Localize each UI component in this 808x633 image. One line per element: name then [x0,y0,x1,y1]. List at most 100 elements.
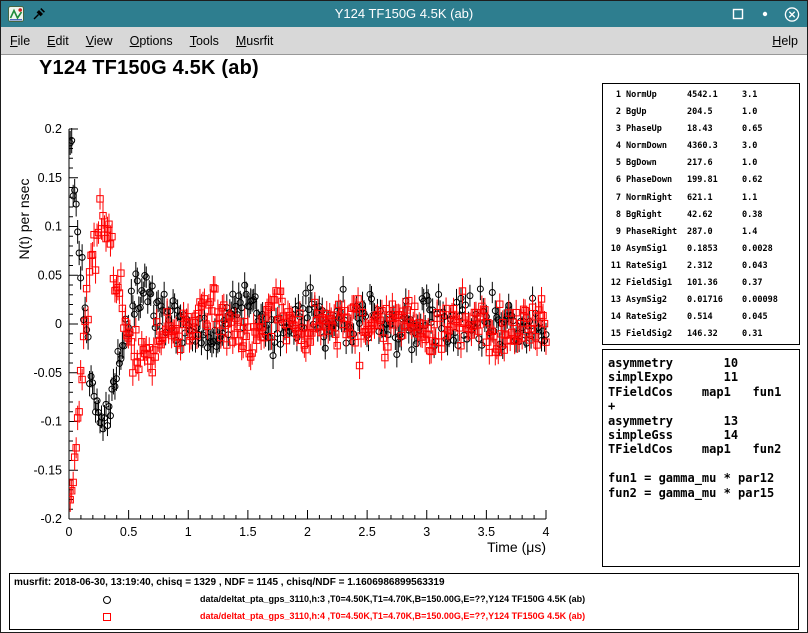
param-error: 3.1 [742,87,797,104]
parameter-table: 1NormUp4542.13.12BgUp204.51.03PhaseUp18.… [609,87,797,343]
svg-text:0.15: 0.15 [38,171,62,185]
svg-text:3: 3 [423,525,430,539]
param-no: 1 [609,87,621,104]
svg-text:-0.1: -0.1 [40,415,62,429]
param-error: 0.37 [742,275,797,292]
param-error: 0.045 [742,309,797,326]
series-open-square[interactable] [67,188,549,512]
param-name: NormUp [626,87,682,104]
menu-view[interactable]: View [86,34,113,48]
param-no: 2 [609,104,621,121]
window-title: Y124 TF150G 4.5K (ab) [111,1,697,27]
svg-text:-0.2: -0.2 [40,512,62,526]
param-value: 0.1853 [687,241,737,258]
menu-items: File Edit View Options Tools Musrfit [10,34,273,48]
param-no: 7 [609,190,621,207]
app-icon[interactable] [8,6,24,22]
param-row-PhaseUp: 3PhaseUp18.430.65 [609,121,797,138]
param-name: BgDown [626,155,682,172]
param-error: 1.1 [742,190,797,207]
param-no: 4 [609,138,621,155]
param-no: 14 [609,309,621,326]
menu-file[interactable]: File [10,34,30,48]
param-name: RateSig1 [626,258,682,275]
param-row-NormRight: 7 NormRight 621.1 1.1 [609,190,797,207]
param-value: 204.5 [687,104,737,121]
param-no: 11 [609,258,621,275]
pin-icon[interactable] [31,6,47,22]
theory-line: + [608,399,799,413]
param-value: 621.1 [687,190,737,207]
svg-text:0: 0 [55,317,62,331]
main-plot[interactable]: 00.511.522.533.54-0.2-0.15-0.1-0.0500.05… [9,99,589,573]
menu-musrfit[interactable]: Musrfit [236,34,274,48]
svg-text:1.5: 1.5 [239,525,256,539]
legend-marker-open-circle [100,593,114,607]
plot-title: Y124 TF150G 4.5K (ab) [39,57,259,80]
fit-stats: musrfit: 2018-06-30, 13:19:40, chisq = 1… [14,577,445,588]
param-value: 2.312 [687,258,737,275]
parameter-pad: 1NormUp4542.13.12BgUp204.51.03PhaseUp18.… [602,83,800,345]
theory-line: asymmetry 10 [608,356,799,370]
svg-text:-0.05: -0.05 [34,366,63,380]
param-value: 199.81 [687,172,737,189]
menu-tools[interactable]: Tools [190,34,219,48]
svg-text:0.2: 0.2 [45,122,62,136]
param-row-PhaseRight: 9PhaseRight287.01.4 [609,224,797,241]
window-controls [730,6,800,22]
close-icon[interactable] [784,6,800,22]
param-no: 13 [609,292,621,309]
param-value: 4360.3 [687,138,737,155]
param-value: 42.62 [687,207,737,224]
param-name: PhaseUp [626,121,682,138]
param-value: 101.36 [687,275,737,292]
param-name: NormRight [626,190,682,207]
x-axis-title: Time (μs) [487,539,546,555]
theory-line: simplExpo 11 [608,370,799,384]
param-row-BgRight: 8BgRight42.620.38 [609,207,797,224]
param-error: 0.62 [742,172,797,189]
svg-text:0: 0 [66,525,73,539]
theory-line: simpleGss 14 [608,428,799,442]
param-row-BgDown: 5BgDown217.61.0 [609,155,797,172]
menu-options[interactable]: Options [130,34,173,48]
param-error: 1.0 [742,104,797,121]
titlebar[interactable]: Y124 TF150G 4.5K (ab) [1,1,807,27]
param-value: 287.0 [687,224,737,241]
param-row-NormDown: 4NormDown4360.33.0 [609,138,797,155]
param-name: NormDown [626,138,682,155]
param-error: 0.38 [742,207,797,224]
param-row-RateSig1: 11RateSig12.3120.043 [609,258,797,275]
param-no: 6 [609,172,621,189]
svg-text:2: 2 [304,525,311,539]
menu-help[interactable]: Help [772,34,798,48]
musrview-window: Y124 TF150G 4.5K (ab) FileEditViewOptio [0,0,808,633]
info-pad: musrfit: 2018-06-30, 13:19:40, chisq = 1… [9,573,799,630]
root-canvas[interactable]: Y124 TF150G 4.5K (ab) 00.511.522.533.54-… [1,55,807,632]
legend-marker-open-square [100,610,114,624]
param-value: 4542.1 [687,87,737,104]
param-name: FieldSig1 [626,275,682,292]
param-name: PhaseDown [626,172,682,189]
minimize-icon[interactable] [757,6,773,22]
series-open-circle[interactable] [67,128,549,441]
svg-text:0.1: 0.1 [45,220,62,234]
theory-line: TFieldCos map1 fun2 [608,442,799,456]
theory-line: asymmetry 13 [608,414,799,428]
param-no: 5 [609,155,621,172]
param-row-RateSig2: 14RateSig20.5140.045 [609,309,797,326]
theory-line: fun2 = gamma_mu * par15 [608,486,799,500]
param-no: 3 [609,121,621,138]
param-error: 1.0 [742,155,797,172]
param-name: AsymSig1 [626,241,682,258]
param-name: RateSig2 [626,309,682,326]
param-value: 146.32 [687,326,737,343]
maximize-icon[interactable] [730,6,746,22]
param-error: 1.4 [742,224,797,241]
svg-text:3.5: 3.5 [478,525,495,539]
menubar: File Edit View Options Tools Musrfit Help [1,27,807,55]
theory-line [608,457,799,471]
param-no: 10 [609,241,621,258]
param-error: 0.31 [742,326,797,343]
menu-edit[interactable]: Edit [47,34,69,48]
